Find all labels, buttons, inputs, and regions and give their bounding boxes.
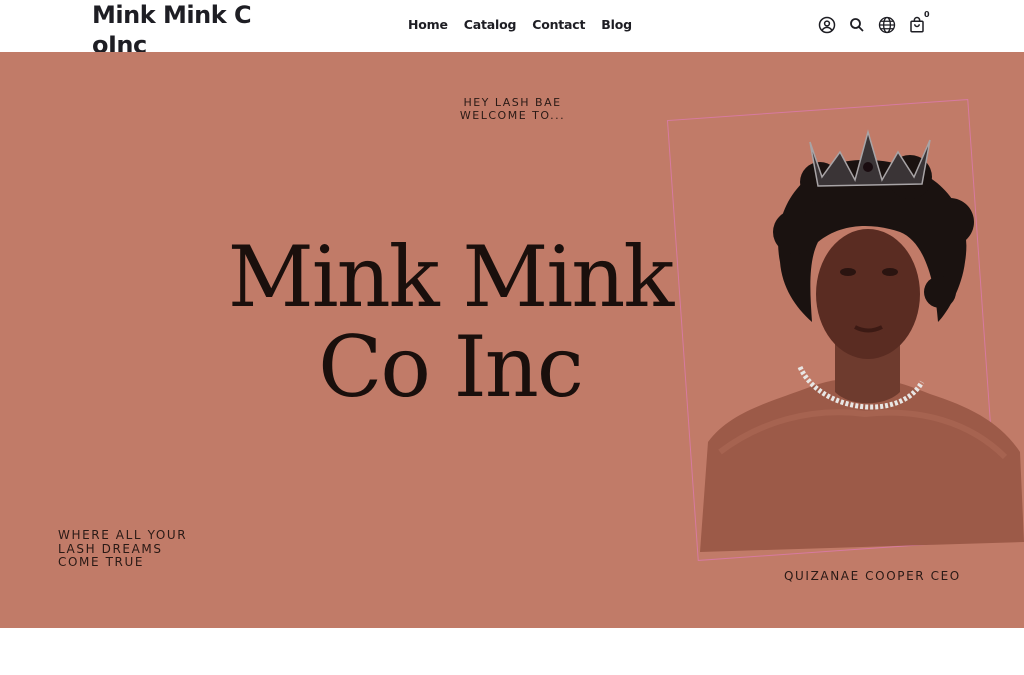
nav-home[interactable]: Home (408, 17, 448, 32)
nav-blog[interactable]: Blog (601, 17, 632, 32)
page-below-hero (0, 628, 1024, 675)
hero-greeting: HEY LASH BAE WELCOME TO... (440, 96, 585, 122)
greeting-line-1: HEY LASH BAE (463, 96, 562, 109)
search-icon[interactable] (848, 16, 866, 34)
hero-title-line-1: Mink Mink (227, 228, 674, 326)
hero-tagline: WHERE ALL YOUR LASH DREAMS COME TRUE (58, 528, 188, 569)
nav-catalog[interactable]: Catalog (464, 17, 517, 32)
cart-count-badge: 0 (924, 10, 930, 19)
account-icon[interactable] (818, 16, 836, 34)
greeting-line-2: WELCOME TO... (459, 109, 566, 122)
hero-banner: HEY LASH BAE WELCOME TO... Mink Mink Co … (0, 52, 1024, 628)
hero-title: Mink Mink Co Inc (180, 232, 720, 412)
ceo-caption: QUIZANAE COOPER CEO (784, 569, 961, 583)
header-icons (818, 16, 926, 34)
nav-contact[interactable]: Contact (532, 17, 585, 32)
globe-icon[interactable] (878, 16, 896, 34)
main-nav: Home Catalog Contact Blog (408, 17, 632, 32)
site-header: Mink Mink CoInc Home Catalog Contact Blo… (0, 0, 1024, 59)
site-logo[interactable]: Mink Mink CoInc (92, 0, 262, 60)
hero-title-line-2: Co Inc (318, 318, 584, 416)
ceo-portrait (700, 122, 1024, 562)
